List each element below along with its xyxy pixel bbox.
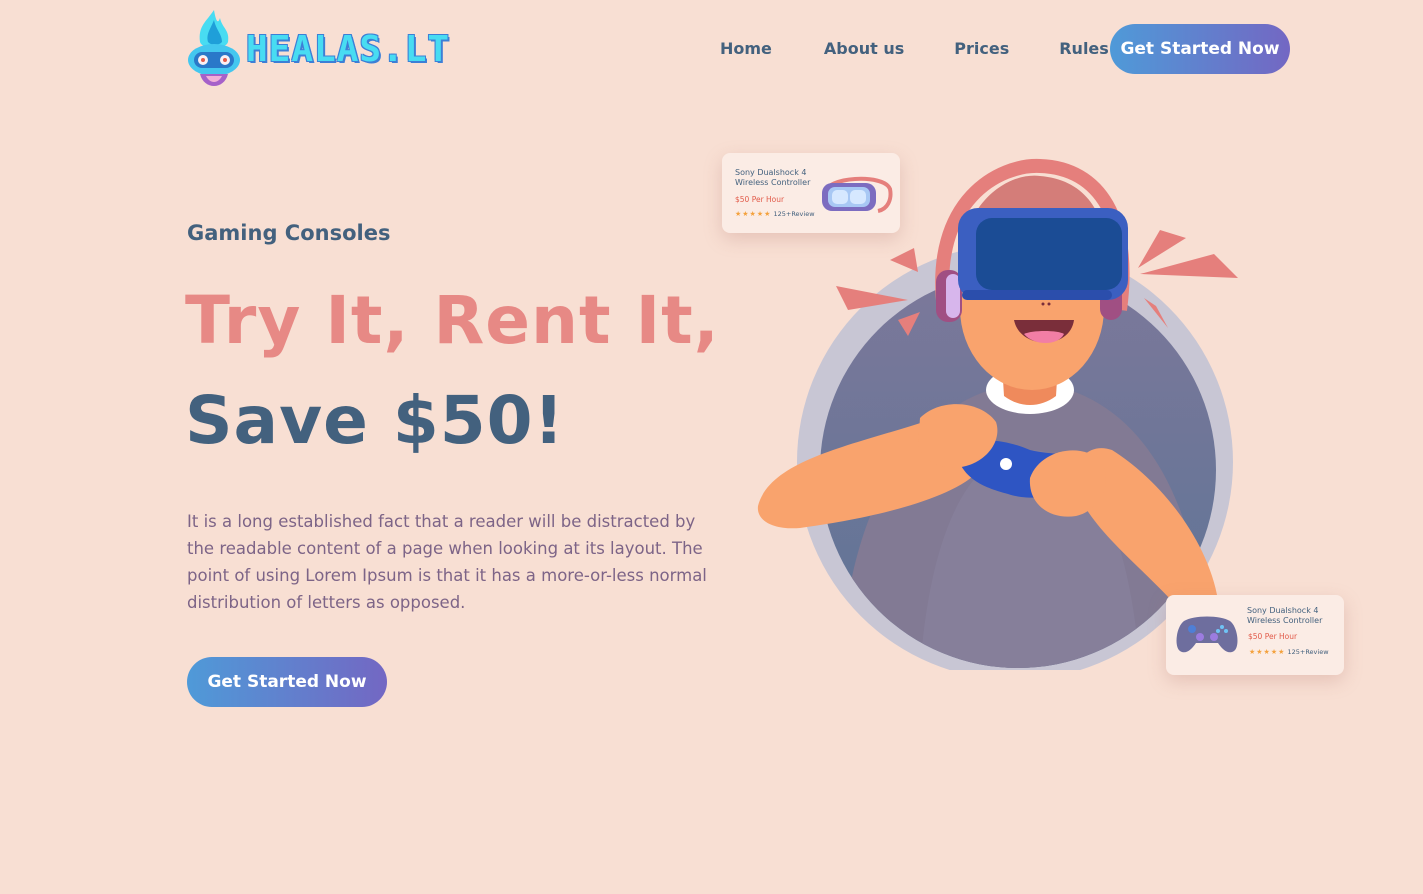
hero-headline-line1: Try It, Rent It, xyxy=(185,282,720,359)
card-reviews: 125+Review xyxy=(1287,648,1329,656)
card-rating: ★★★★★ 125+Review xyxy=(735,210,815,218)
gamer-mascot-icon xyxy=(188,10,240,86)
card-title: Sony Dualshock 4 Wireless Controller xyxy=(735,168,811,187)
nav-about-us[interactable]: About us xyxy=(824,39,904,58)
hero-get-started-button[interactable]: Get Started Now xyxy=(187,657,387,707)
nav-home[interactable]: Home xyxy=(720,39,772,58)
hero-description: It is a long established fact that a rea… xyxy=(187,512,707,612)
star-rating-icon: ★★★★★ xyxy=(1249,648,1286,656)
vr-headset-icon xyxy=(822,176,893,213)
main-nav: Home About us Prices Rules xyxy=(720,36,1109,60)
card-rating: ★★★★★ 125+Review xyxy=(1249,648,1329,656)
logo-wordmark: HEALAS.LT xyxy=(246,28,451,70)
hero-eyebrow: Gaming Consoles xyxy=(187,221,391,245)
card-price: $50 Per Hour xyxy=(735,195,785,204)
star-rating-icon: ★★★★★ xyxy=(735,210,772,218)
header-get-started-button[interactable]: Get Started Now xyxy=(1110,24,1290,74)
card-title: Sony Dualshock 4 Wireless Controller xyxy=(1247,606,1323,625)
card-reviews: 125+Review xyxy=(773,210,815,218)
product-card-vr[interactable]: Sony Dualshock 4 Wireless Controller $50… xyxy=(722,153,900,233)
gamepad-icon xyxy=(1176,616,1238,653)
card-price: $50 Per Hour xyxy=(1248,632,1298,641)
nav-prices[interactable]: Prices xyxy=(954,39,1009,58)
hero-headline-line2: Save $50! xyxy=(185,382,565,459)
product-card-controller[interactable]: Sony Dualshock 4 Wireless Controller $50… xyxy=(1166,595,1344,675)
nav-rules[interactable]: Rules xyxy=(1059,39,1109,58)
site-logo[interactable]: HEALAS.LT xyxy=(186,8,476,90)
